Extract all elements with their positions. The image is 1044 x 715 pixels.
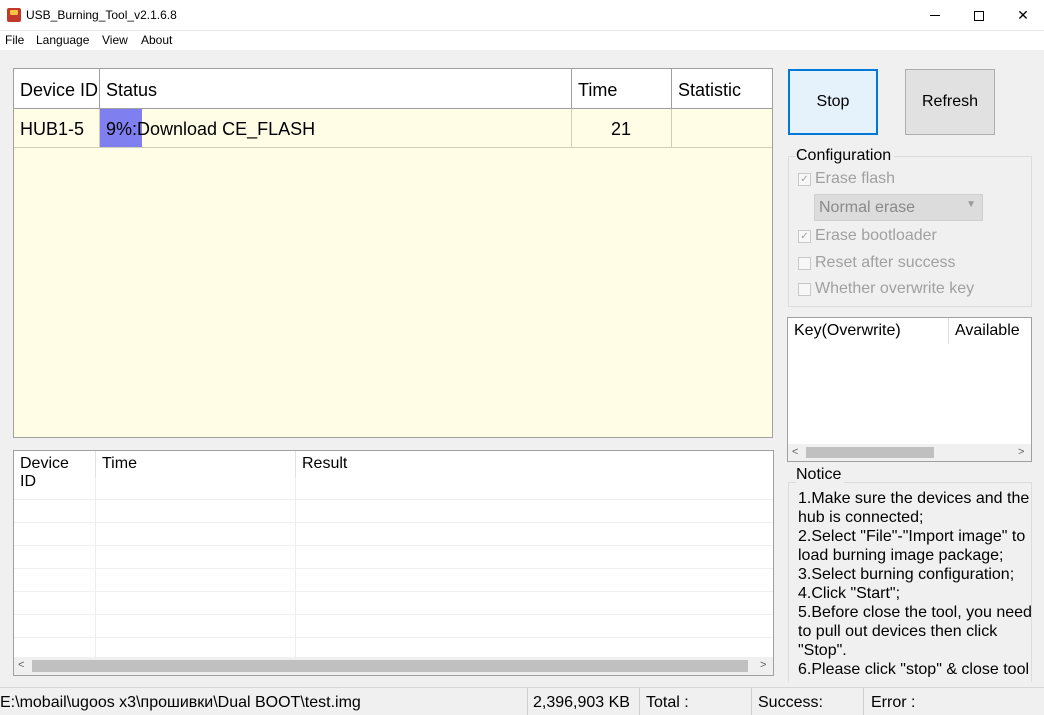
status-cell[interactable]: 9%:Download CE_FLASH (100, 109, 572, 148)
notice-line: hub is connected; (798, 509, 924, 526)
reset-after-success-label: Reset after success (815, 254, 956, 271)
close-icon: ✕ (1017, 7, 1029, 23)
maximize-icon (974, 10, 984, 21)
erase-mode-select[interactable]: Normal erase ▼ (814, 194, 983, 221)
erase-flash-label: Erase flash (815, 170, 896, 187)
available-header[interactable]: Available (949, 318, 1031, 344)
notice-line: 6.Please click "stop" & close tool (798, 661, 1030, 677)
scroll-right-icon[interactable]: > (1018, 446, 1024, 458)
menu-about[interactable]: About (141, 33, 172, 47)
image-size: 2,396,903 KB (528, 688, 640, 715)
table-row (14, 546, 773, 569)
maximize-button[interactable] (956, 0, 1002, 31)
checkbox-icon (798, 282, 811, 296)
chevron-down-icon: ▼ (966, 199, 976, 210)
total-count: Total : (640, 688, 752, 715)
key-overwrite-header[interactable]: Key(Overwrite) (788, 318, 949, 344)
result-result-header[interactable]: Result (296, 451, 773, 477)
erase-flash-checkbox[interactable]: ✓ Erase flash (798, 170, 895, 188)
table-row (14, 592, 773, 615)
result-table[interactable]: Device ID Time Result < > (13, 450, 774, 676)
close-button[interactable]: ✕ (1000, 0, 1044, 31)
table-row (14, 500, 773, 523)
scroll-left-icon[interactable]: < (792, 446, 798, 458)
device-id-cell[interactable]: HUB1-5 (14, 109, 100, 148)
horizontal-scrollbar[interactable]: < > (788, 444, 1031, 461)
overwrite-key-label: Whether overwrite key (815, 280, 975, 297)
notice-line: "Stop". (798, 642, 847, 659)
notice-line: load burning image package; (798, 547, 1004, 564)
reset-after-success-checkbox[interactable]: Reset after success (798, 254, 956, 272)
scrollbar-thumb[interactable] (806, 447, 934, 458)
minimize-button[interactable] (912, 0, 958, 31)
error-count: Error : (871, 694, 916, 711)
statistic-cell[interactable] (672, 109, 772, 148)
table-row (14, 523, 773, 546)
configuration-title: Configuration (796, 147, 895, 165)
scroll-left-icon[interactable]: < (18, 659, 24, 671)
statistic-column-header[interactable]: Statistic (672, 69, 772, 109)
stop-button[interactable]: Stop (788, 69, 878, 135)
erase-bootloader-checkbox[interactable]: ✓ Erase bootloader (798, 227, 937, 245)
menu-bar: File Language View About (0, 31, 1044, 50)
table-row (14, 615, 773, 638)
status-bar: E:\mobail\ugoos x3\прошивки\Dual BOOT\te… (0, 687, 1044, 715)
horizontal-scrollbar[interactable]: < > (14, 657, 773, 675)
menu-file[interactable]: File (5, 33, 24, 47)
table-row (14, 477, 773, 500)
key-table[interactable]: Key(Overwrite) Available < > (787, 317, 1032, 462)
notice-line: 1.Make sure the devices and the (798, 490, 1030, 507)
result-time-header[interactable]: Time (96, 451, 296, 477)
notice-title: Notice (796, 466, 845, 484)
time-column-header[interactable]: Time (572, 69, 672, 109)
scroll-right-icon[interactable]: > (760, 659, 766, 671)
title-bar: USB_Burning_Tool_v2.1.6.8 ✕ (0, 0, 1044, 31)
overwrite-key-checkbox[interactable]: Whether overwrite key (798, 280, 974, 298)
table-row (14, 569, 773, 592)
minimize-icon (930, 15, 940, 16)
window-title: USB_Burning_Tool_v2.1.6.8 (26, 8, 177, 22)
checkbox-checked-icon: ✓ (798, 172, 811, 186)
status-text: 9%:Download CE_FLASH (106, 119, 316, 139)
result-device-id-header[interactable]: Device ID (14, 451, 96, 490)
checkbox-icon (798, 256, 811, 270)
menu-language[interactable]: Language (36, 33, 89, 47)
checkbox-checked-icon: ✓ (798, 229, 811, 243)
refresh-button[interactable]: Refresh (905, 69, 995, 135)
scrollbar-thumb[interactable] (32, 660, 748, 672)
notice-line: to pull out devices then click (798, 623, 998, 640)
notice-line: 5.Before close the tool, you need (798, 604, 1032, 621)
app-icon (7, 8, 21, 22)
notice-text: 1.Make sure the devices and the hub is c… (798, 489, 1034, 677)
erase-bootloader-label: Erase bootloader (815, 227, 937, 244)
device-table[interactable]: Device ID Status Time Statistic HUB1-5 9… (13, 68, 773, 438)
notice-line: 3.Select burning configuration; (798, 566, 1015, 583)
notice-line: 2.Select "File"-"Import image" to (798, 528, 1026, 545)
image-path: E:\mobail\ugoos x3\прошивки\Dual BOOT\te… (0, 688, 528, 715)
erase-mode-value: Normal erase (819, 199, 916, 216)
notice-line: 4.Click "Start"; (798, 585, 901, 602)
status-column-header[interactable]: Status (100, 69, 572, 109)
device-id-column-header[interactable]: Device ID (14, 69, 100, 109)
menu-view[interactable]: View (102, 33, 128, 47)
success-count: Success: (752, 688, 864, 715)
time-cell[interactable]: 21 (572, 109, 672, 148)
